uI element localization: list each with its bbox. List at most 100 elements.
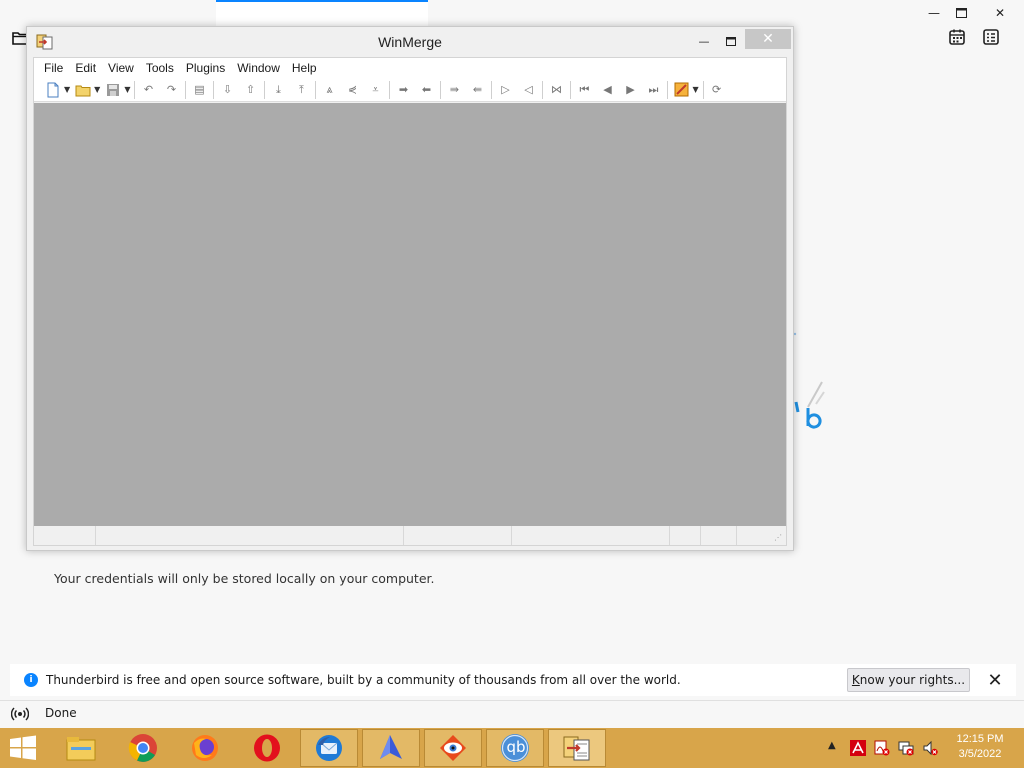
winmerge-titlebar[interactable]: WinMerge — ✕: [27, 27, 793, 57]
avira-icon[interactable]: [850, 740, 866, 756]
taskbar: qb ▲ 12:15 PM 3/5/2022: [0, 728, 1024, 768]
menu-file[interactable]: File: [38, 61, 69, 75]
menu-tools[interactable]: Tools: [140, 61, 180, 75]
copy-left-icon[interactable]: ⬅: [417, 81, 435, 99]
opera-icon[interactable]: [238, 729, 296, 767]
first-diff-icon[interactable]: ⤓: [269, 81, 287, 99]
thunderbird-active-tab[interactable]: [216, 0, 428, 26]
accesskey-letter: K: [851, 673, 860, 687]
undo-icon[interactable]: ↶: [139, 81, 157, 99]
toolbar-separator: [440, 80, 442, 99]
thunderbird-maximize-button[interactable]: [946, 0, 976, 26]
show-hidden-icons-icon[interactable]: ▲: [828, 740, 836, 751]
thunderbird-statusbar: Done: [0, 700, 1024, 726]
taskbar-clock[interactable]: 12:15 PM 3/5/2022: [940, 732, 1020, 762]
status-pane: [670, 526, 701, 545]
options-dropdown-icon[interactable]: ▼: [692, 85, 698, 94]
know-your-rights-button[interactable]: Know your rights...: [847, 668, 970, 692]
qbittorrent-label: qb: [506, 738, 526, 756]
toolbar-separator: [315, 80, 317, 99]
menu-plugins[interactable]: Plugins: [180, 61, 231, 75]
next-diff-icon[interactable]: ⇩: [218, 81, 236, 99]
maximize-icon: [955, 8, 967, 18]
status-pane: [34, 526, 96, 545]
next-conflict-icon[interactable]: ⋞: [343, 81, 361, 99]
mdi-client-area[interactable]: [34, 103, 786, 526]
next-file-icon[interactable]: ▶: [621, 81, 639, 99]
winmerge-minimize-button[interactable]: —: [691, 31, 717, 51]
chrome-icon[interactable]: [114, 729, 172, 767]
copy-all-right-icon[interactable]: ▷: [496, 81, 514, 99]
new-document-icon[interactable]: [44, 81, 62, 99]
merge-icon[interactable]: ⋈: [547, 81, 565, 99]
print-icon[interactable]: ▤: [190, 81, 208, 99]
save-dropdown-icon[interactable]: ▼: [124, 85, 130, 94]
save-icon[interactable]: [104, 81, 122, 99]
open-folder-icon[interactable]: [74, 81, 92, 99]
copy-right-advance-icon[interactable]: ⇛: [445, 81, 463, 99]
current-diff-icon[interactable]: ⩓: [320, 81, 338, 99]
options-icon[interactable]: [672, 81, 690, 99]
toolbar-separator: [389, 80, 391, 99]
qbittorrent-icon[interactable]: qb: [486, 729, 544, 767]
thunderbird-close-button[interactable]: ✕: [976, 0, 1024, 26]
toolbar-separator: [667, 80, 669, 99]
redo-icon[interactable]: ↷: [162, 81, 180, 99]
toolbar-separator: [702, 80, 704, 99]
status-pane: [96, 526, 404, 545]
acrobat-icon[interactable]: [874, 740, 890, 756]
menu-bar: File Edit View Tools Plugins Window Help: [34, 58, 786, 78]
clock-time: 12:15 PM: [956, 733, 1004, 745]
copy-left-advance-icon[interactable]: ⇚: [468, 81, 486, 99]
first-file-icon[interactable]: ⏮: [575, 81, 593, 99]
open-dropdown-icon[interactable]: ▼: [94, 85, 100, 94]
maximize-icon: [726, 36, 736, 46]
image-viewer-icon[interactable]: [424, 729, 482, 767]
status-pane: [701, 526, 737, 545]
toolbar-separator: [185, 80, 187, 99]
tasks-icon[interactable]: [982, 28, 1000, 46]
kite-icon[interactable]: [362, 729, 420, 767]
winmerge-maximize-button[interactable]: [718, 31, 744, 51]
copy-all-left-icon[interactable]: ◁: [519, 81, 537, 99]
winmerge-statusbar: ⋰: [34, 526, 786, 545]
refresh-icon[interactable]: ⟳: [708, 81, 726, 99]
window-title: WinMerge: [378, 34, 442, 50]
winmerge-close-button[interactable]: ✕: [745, 29, 791, 49]
start-button[interactable]: [6, 734, 40, 762]
notification-close-button[interactable]: ✕: [984, 669, 1006, 691]
network-icon[interactable]: [898, 740, 914, 756]
winmerge-client-area: File Edit View Tools Plugins Window Help…: [33, 57, 787, 546]
online-status-icon[interactable]: [11, 706, 29, 722]
prev-diff-icon[interactable]: ⇧: [241, 81, 259, 99]
copy-right-icon[interactable]: ➡: [394, 81, 412, 99]
volume-muted-icon[interactable]: [922, 740, 938, 756]
last-file-icon[interactable]: ⏭: [644, 81, 662, 99]
menu-view[interactable]: View: [102, 61, 140, 75]
toolbar-separator: [491, 80, 493, 99]
menu-help[interactable]: Help: [286, 61, 323, 75]
toolbar-separator: [134, 80, 136, 99]
thunderbird-icon[interactable]: [300, 729, 358, 767]
winmerge-icon[interactable]: [548, 729, 606, 767]
toolbar-separator: [542, 80, 544, 99]
thunderbird-logo-icon: [793, 332, 825, 429]
prev-file-icon[interactable]: ◀: [598, 81, 616, 99]
new-dropdown-icon[interactable]: ▼: [64, 85, 70, 94]
winmerge-window: WinMerge — ✕ File Edit View Tools Plugin…: [26, 26, 794, 551]
file-explorer-icon[interactable]: [52, 729, 110, 767]
last-diff-icon[interactable]: ⤒: [292, 81, 310, 99]
resize-grip-icon[interactable]: ⋰: [774, 533, 784, 543]
button-label: now your rights...: [859, 673, 966, 687]
firefox-icon[interactable]: [176, 729, 234, 767]
toolbar-separator: [570, 80, 572, 99]
prev-conflict-icon[interactable]: ⩡: [366, 81, 384, 99]
calendar-icon[interactable]: [948, 28, 966, 46]
menu-edit[interactable]: Edit: [69, 61, 102, 75]
menu-window[interactable]: Window: [231, 61, 286, 75]
clock-date: 3/5/2022: [958, 748, 1002, 760]
notification-bar: i Thunderbird is free and open source so…: [10, 664, 1016, 696]
notification-text: Thunderbird is free and open source soft…: [46, 673, 681, 687]
status-text: Done: [45, 706, 77, 720]
credentials-note: Your credentials will only be stored loc…: [54, 571, 435, 586]
